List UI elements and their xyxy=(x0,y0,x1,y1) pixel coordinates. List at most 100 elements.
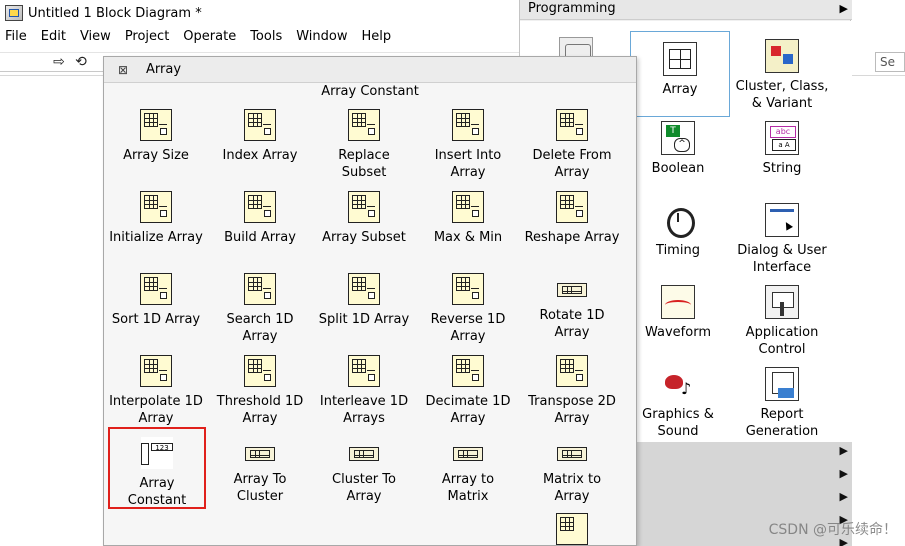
function-label: Decimate 1D Array xyxy=(425,394,511,426)
array-to-matrix-icon xyxy=(453,447,483,461)
index-array-function[interactable]: Index Array xyxy=(208,109,312,164)
decimate-1d-array-icon xyxy=(452,355,484,387)
rotate-1d-array-function[interactable]: Rotate 1D Array xyxy=(520,273,624,341)
initialize-array-function[interactable]: Initialize Array xyxy=(104,191,208,246)
reshape-array-function[interactable]: Reshape Array xyxy=(520,191,624,246)
interleave-1d-arrays-function[interactable]: Interleave 1D Arrays xyxy=(312,355,416,427)
function-label: Cluster To Array xyxy=(332,472,396,504)
function-label: Replace Subset xyxy=(338,148,390,180)
palette-item-dialog[interactable]: Dialog & User Interface xyxy=(732,203,832,276)
palette-item-label: Array xyxy=(662,82,698,97)
array-to-matrix-function[interactable]: Array to Matrix xyxy=(416,437,520,505)
run-continuously-icon[interactable]: ⟲ xyxy=(72,54,90,70)
cluster-icon xyxy=(765,39,799,73)
search-1d-array-icon xyxy=(244,273,276,305)
function-label: Reshape Array xyxy=(524,230,620,245)
replace-subset-function[interactable]: Replace Subset xyxy=(312,109,416,181)
palette-item-string[interactable]: String xyxy=(732,121,832,177)
submenu-arrow-icon[interactable]: ▶ xyxy=(840,444,848,457)
function-label: Delete From Array xyxy=(532,148,612,180)
menu-help[interactable]: Help xyxy=(354,26,398,48)
submenu-arrow-icon[interactable]: ▶ xyxy=(840,490,848,503)
array-subset-function[interactable]: Array Subset xyxy=(312,191,416,246)
pin-icon[interactable]: ⊠ xyxy=(118,63,134,77)
palette-item-boolean[interactable]: Boolean xyxy=(628,121,728,177)
index-array-icon xyxy=(244,109,276,141)
reverse-1d-array-function[interactable]: Reverse 1D Array xyxy=(416,273,520,345)
array-subset-icon xyxy=(348,191,380,223)
insert-into-array-function[interactable]: Insert Into Array xyxy=(416,109,520,181)
max-min-icon xyxy=(452,191,484,223)
run-arrow-icon[interactable]: ⇨ xyxy=(50,54,68,70)
menu-view[interactable]: View xyxy=(73,26,118,48)
waveform-icon xyxy=(661,285,695,319)
sort-1d-array-function[interactable]: Sort 1D Array xyxy=(104,273,208,328)
initialize-array-icon xyxy=(140,191,172,223)
function-label: Index Array xyxy=(222,148,298,163)
function-label: Transpose 2D Array xyxy=(528,394,616,426)
palette-item-graphics-sound[interactable]: Graphics & Sound xyxy=(628,367,728,440)
palette-item-application-control[interactable]: Application Control xyxy=(732,285,832,358)
threshold-1d-array-function[interactable]: Threshold 1D Array xyxy=(208,355,312,427)
delete-from-array-icon xyxy=(556,109,588,141)
cluster-to-array-function[interactable]: Cluster To Array xyxy=(312,437,416,505)
function-label: Matrix to Array xyxy=(542,472,602,504)
palette-item-report-generation[interactable]: Report Generation xyxy=(732,367,832,440)
array-icon xyxy=(663,42,697,76)
threshold-1d-array-icon xyxy=(244,355,276,387)
split-1d-array-function[interactable]: Split 1D Array xyxy=(312,273,416,328)
array-constant-function[interactable]: 123 Array Constant xyxy=(108,427,206,509)
palette-item-label: Cluster, Class, & Variant xyxy=(735,79,829,111)
palette-item-cluster[interactable]: Cluster, Class, & Variant xyxy=(732,39,832,112)
array-to-cluster-function[interactable]: Array To Cluster xyxy=(208,437,312,505)
matrix-icon xyxy=(556,513,588,545)
menu-tools[interactable]: Tools xyxy=(243,26,289,48)
decimate-1d-array-function[interactable]: Decimate 1D Array xyxy=(416,355,520,427)
function-label: Insert Into Array xyxy=(434,148,502,180)
array-size-function[interactable]: Array Size xyxy=(104,109,208,164)
menu-operate[interactable]: Operate xyxy=(176,26,243,48)
palette-item-label: Application Control xyxy=(745,325,819,357)
build-array-icon xyxy=(244,191,276,223)
palette-item-label: Boolean xyxy=(651,161,705,176)
delete-from-array-function[interactable]: Delete From Array xyxy=(520,109,624,181)
array-constant-icon: 123 xyxy=(141,437,173,469)
search-field[interactable]: Se xyxy=(875,52,905,72)
palette-item-array[interactable]: Array xyxy=(630,31,730,117)
palette-item-label: String xyxy=(762,161,802,176)
cluster-to-array-icon xyxy=(349,447,379,461)
palette-item-label: Timing xyxy=(656,243,700,258)
menu-file[interactable]: File xyxy=(0,26,34,48)
function-label: Max & Min xyxy=(433,230,503,245)
array-palette-header: ⊠ Array xyxy=(104,57,636,83)
function-label: Array Constant xyxy=(127,476,187,508)
interleave-1d-arrays-icon xyxy=(348,355,380,387)
reshape-array-icon xyxy=(556,191,588,223)
function-label: Interpolate 1D Array xyxy=(109,394,203,426)
transpose-2d-array-function[interactable]: Transpose 2D Array xyxy=(520,355,624,427)
max-min-function[interactable]: Max & Min xyxy=(416,191,520,246)
replace-subset-icon xyxy=(348,109,380,141)
matrix-function[interactable] xyxy=(520,513,624,546)
function-label: Build Array xyxy=(224,230,296,245)
graphics-sound-icon xyxy=(661,367,695,401)
labview-icon xyxy=(5,5,23,21)
function-label: Array to Matrix xyxy=(441,472,495,504)
palette-item-timing[interactable]: Timing xyxy=(628,203,728,259)
function-label: Interleave 1D Arrays xyxy=(319,394,409,426)
menu-project[interactable]: Project xyxy=(118,26,176,48)
menu-window[interactable]: Window xyxy=(289,26,354,48)
report-generation-icon xyxy=(765,367,799,401)
expand-arrow-icon[interactable]: ▶ xyxy=(840,2,848,15)
function-label: Rotate 1D Array xyxy=(539,308,605,340)
interpolate-1d-array-function[interactable]: Interpolate 1D Array xyxy=(104,355,208,427)
programming-palette-header[interactable]: Programming ▶ xyxy=(520,0,852,20)
window-title: Untitled 1 Block Diagram * xyxy=(28,5,202,21)
build-array-function[interactable]: Build Array xyxy=(208,191,312,246)
search-1d-array-function[interactable]: Search 1D Array xyxy=(208,273,312,345)
submenu-arrow-icon[interactable]: ▶ xyxy=(840,467,848,480)
palette-item-waveform[interactable]: Waveform xyxy=(628,285,728,341)
matrix-to-array-function[interactable]: Matrix to Array xyxy=(520,437,624,505)
menu-edit[interactable]: Edit xyxy=(34,26,73,48)
palette-item-label: Report Generation xyxy=(745,407,819,439)
